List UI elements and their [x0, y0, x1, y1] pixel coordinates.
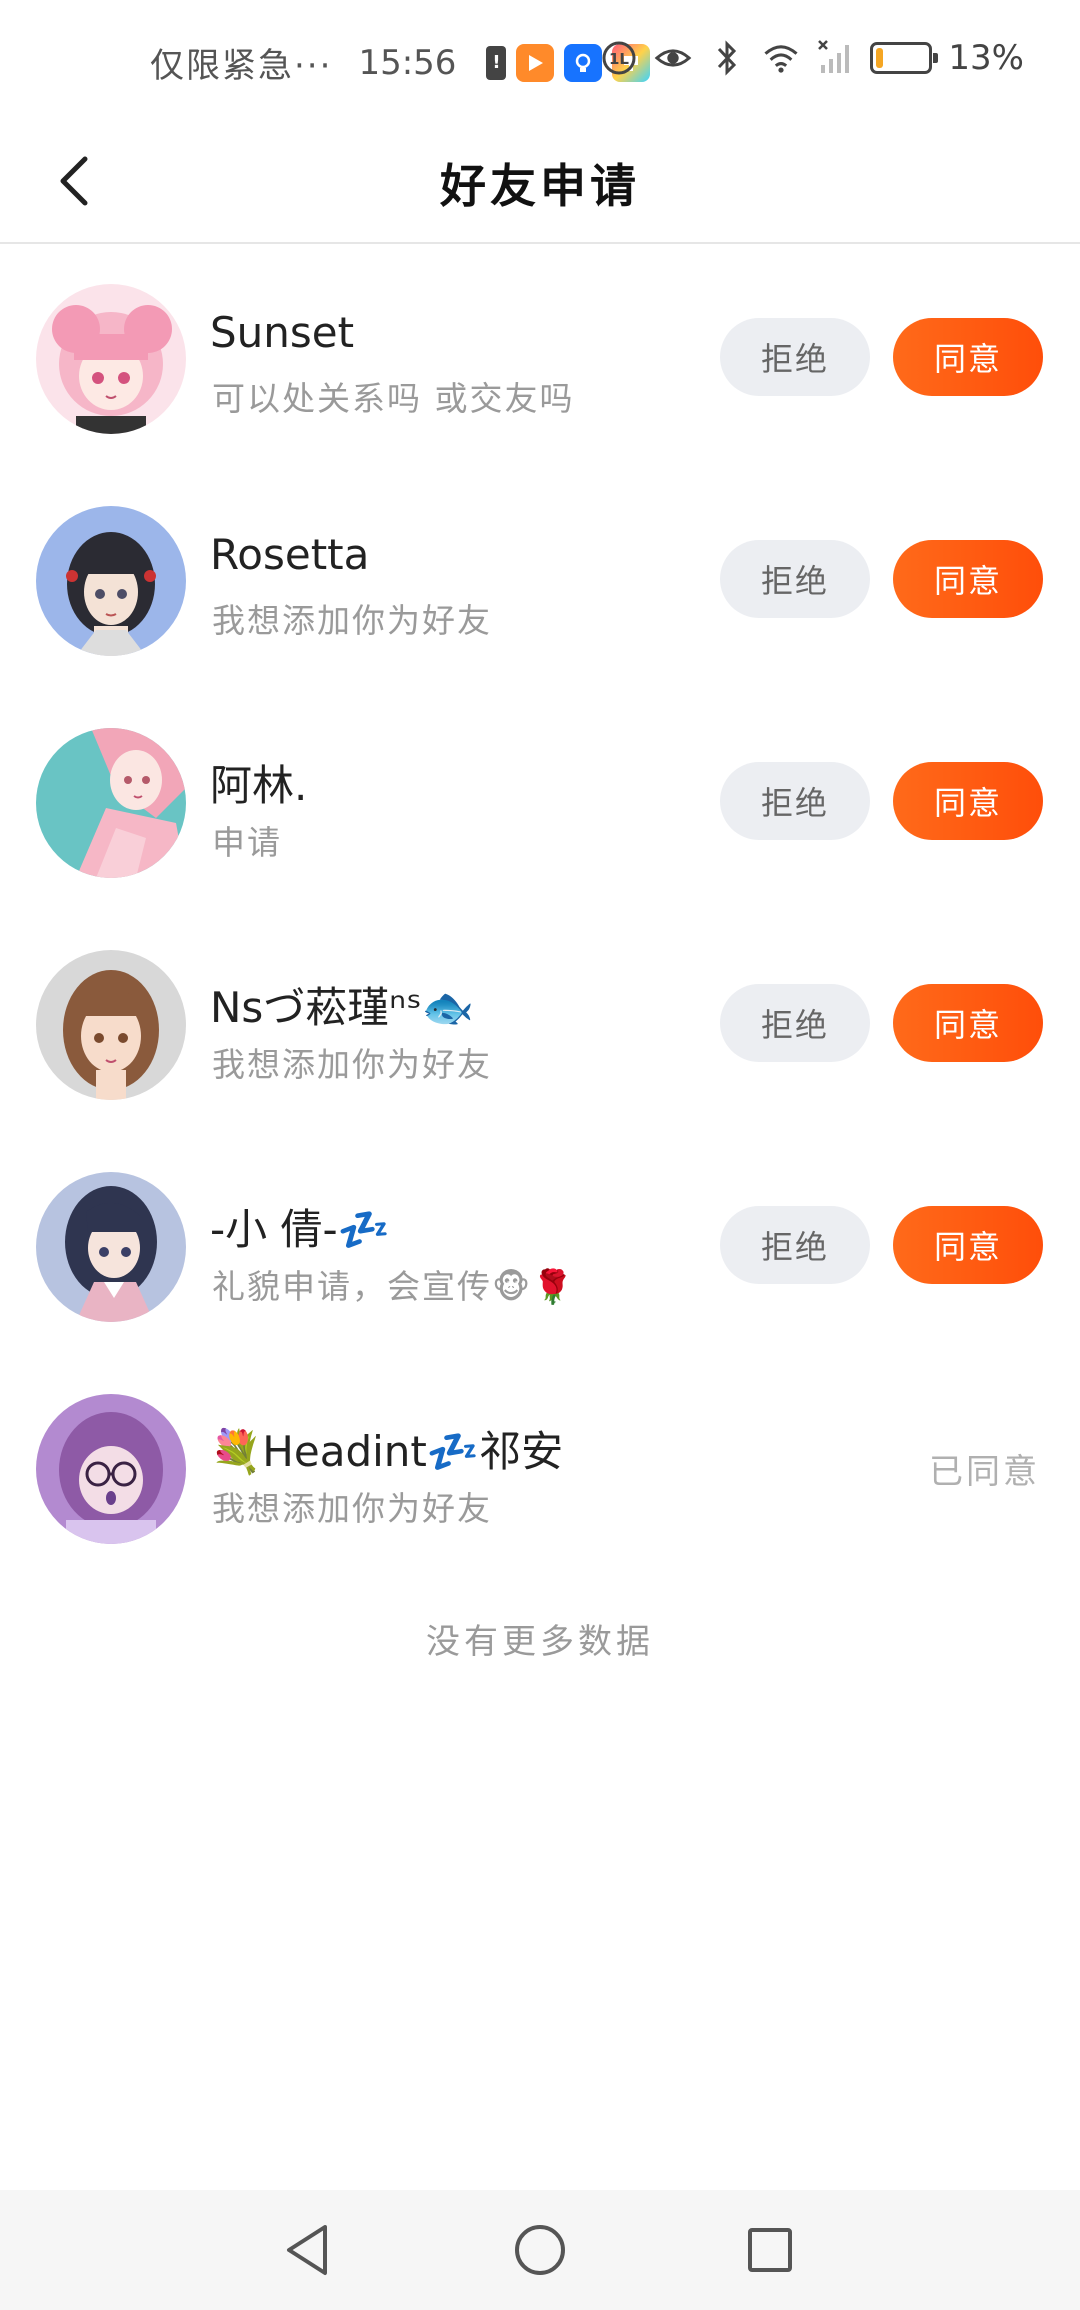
request-message: 礼貌申请，会宣传🐵🌹: [212, 1267, 576, 1306]
request-item: 阿林. 申请 拒绝 同意: [0, 690, 1080, 912]
battery-warning-icon: !: [486, 45, 507, 80]
requester-name: Sunset: [210, 308, 355, 357]
system-recents-button[interactable]: [740, 2220, 800, 2280]
requester-name: Rosetta: [210, 530, 370, 579]
avatar[interactable]: [36, 506, 186, 656]
reject-button[interactable]: 拒绝: [720, 762, 870, 840]
requester-name: 阿林.: [210, 761, 308, 810]
nav-header: 好友申请: [0, 120, 1080, 244]
friend-request-list: Sunset 可以处关系吗 或交友吗 拒绝 同意 Rosetta 我想添加你为好…: [0, 246, 1080, 1578]
bluetooth-icon: [708, 39, 746, 77]
avatar[interactable]: [36, 728, 186, 878]
request-message: 我想添加你为好友: [212, 1489, 492, 1528]
request-message: 申请: [212, 823, 282, 862]
avatar[interactable]: [36, 284, 186, 434]
reject-button[interactable]: 拒绝: [720, 1206, 870, 1284]
recents-square-icon: [748, 2228, 792, 2272]
agree-button[interactable]: 同意: [893, 984, 1043, 1062]
request-item: Nsづ菘瑾ⁿˢ🐟 我想添加你为好友 拒绝 同意: [0, 912, 1080, 1134]
app-blue-icon: [564, 43, 603, 82]
status-right: 1L 13%: [600, 38, 1024, 78]
back-triangle-icon: [287, 2225, 327, 2275]
reject-button[interactable]: 拒绝: [720, 984, 870, 1062]
app-orange-icon: [516, 43, 555, 82]
screen: 仅限紧急··· 15:56 ! 1L 13% 好友申请 Sunset 可以处关系…: [0, 0, 1080, 2310]
hd-icon: 1L: [600, 39, 638, 77]
requester-name: 💐Headint💤祁安: [210, 1427, 564, 1476]
avatar[interactable]: [36, 1172, 186, 1322]
request-item: Sunset 可以处关系吗 或交友吗 拒绝 同意: [0, 246, 1080, 468]
avatar[interactable]: [36, 950, 186, 1100]
carrier-text: 仅限紧急···: [150, 46, 333, 86]
reject-button[interactable]: 拒绝: [720, 318, 870, 396]
system-back-button[interactable]: [278, 2220, 338, 2280]
eye-icon: [654, 39, 692, 77]
battery-icon: [870, 42, 939, 74]
system-home-button[interactable]: [510, 2220, 570, 2280]
system-nav-bar: [0, 2190, 1080, 2310]
agree-button[interactable]: 同意: [893, 318, 1043, 396]
page-title: 好友申请: [440, 159, 640, 213]
signal-icon: [816, 39, 854, 77]
request-item: -小 倩-💤 礼貌申请，会宣传🐵🌹 拒绝 同意: [0, 1134, 1080, 1356]
svg-text:1L: 1L: [609, 50, 629, 68]
request-message: 我想添加你为好友: [212, 601, 492, 640]
agree-button[interactable]: 同意: [893, 762, 1043, 840]
request-item: Rosetta 我想添加你为好友 拒绝 同意: [0, 468, 1080, 690]
clock: 15:56: [358, 42, 457, 83]
status-left: 仅限紧急··· 15:56 !: [150, 38, 651, 87]
battery-percent: 13%: [948, 38, 1024, 78]
agreed-status: 已同意: [929, 1452, 1040, 1492]
no-more-data-text: 没有更多数据: [426, 1622, 654, 1662]
avatar[interactable]: [36, 1394, 186, 1544]
agree-button[interactable]: 同意: [893, 540, 1043, 618]
request-message: 可以处关系吗 或交友吗: [212, 379, 575, 418]
request-message: 我想添加你为好友: [212, 1045, 492, 1084]
reject-button[interactable]: 拒绝: [720, 540, 870, 618]
agree-button[interactable]: 同意: [893, 1206, 1043, 1284]
requester-name: -小 倩-💤: [210, 1205, 390, 1254]
status-bar: 仅限紧急··· 15:56 ! 1L 13%: [0, 0, 1080, 120]
wifi-icon: [762, 39, 800, 77]
home-circle-icon: [515, 2225, 565, 2275]
requester-name: Nsづ菘瑾ⁿˢ🐟: [210, 983, 474, 1032]
request-item: 💐Headint💤祁安 我想添加你为好友 已同意: [0, 1356, 1080, 1578]
